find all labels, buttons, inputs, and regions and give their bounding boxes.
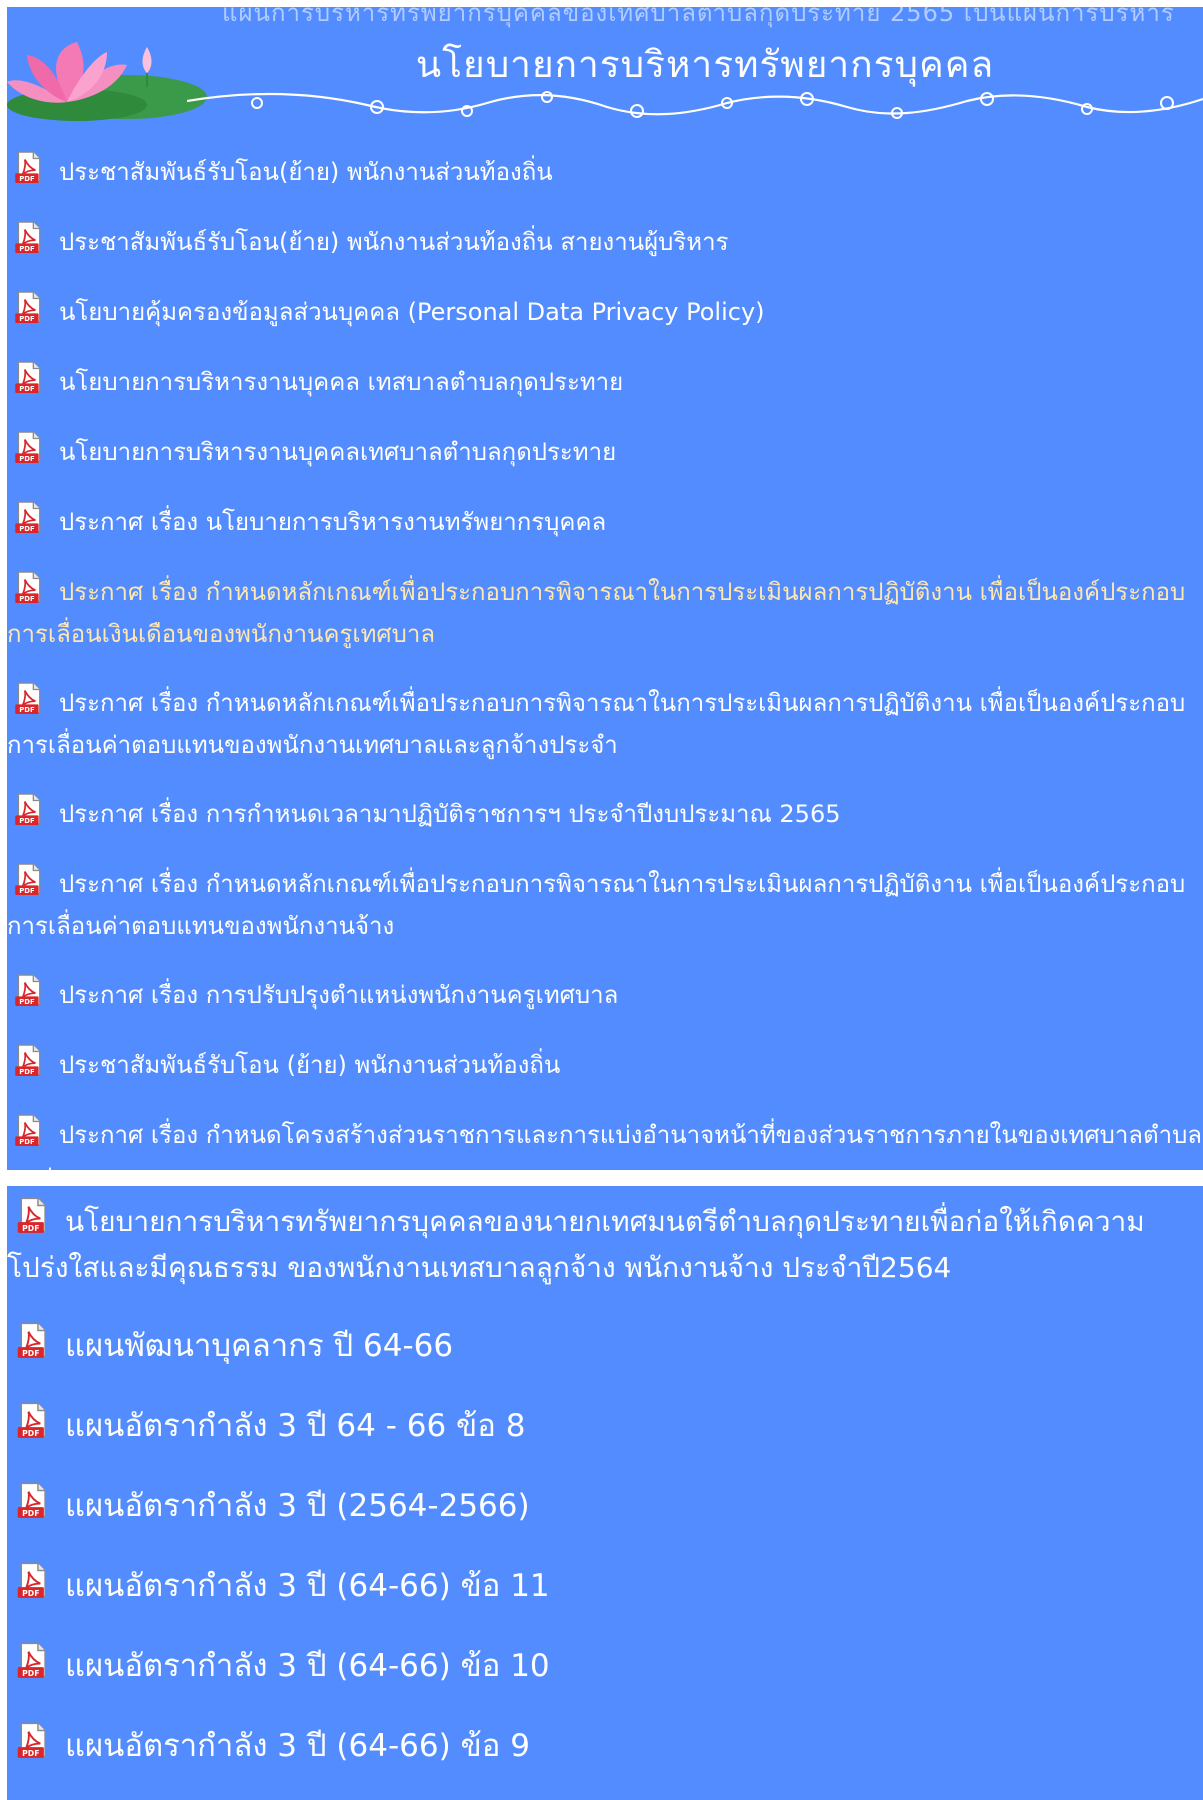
document-link-label: ประกาศ เรื่อง การกำหนดเวลามาปฏิบัติราชกา… (59, 800, 841, 828)
document-link-label: ประชาสัมพันธ์รับโอน (ย้าย) พนักงานส่วนท้… (59, 1051, 561, 1079)
pdf-icon (11, 290, 45, 324)
document-link[interactable]: ประกาศ เรื่อง การกำหนดเวลามาปฏิบัติราชกา… (7, 792, 1203, 835)
document-link-label: นโยบายการบริหารงานบุคคลเทศบาลตำบลกุดประท… (59, 438, 617, 466)
document-link-label: แผนอัตรากำลัง 3 ปี (2564-2566) (65, 1488, 530, 1524)
document-link[interactable]: ประกาศ เรื่อง กำหนดหลักเกณฑ์เพื่อประกอบก… (7, 570, 1203, 655)
pdf-icon (11, 360, 45, 394)
document-link-label: ประกาศ เรื่อง การปรับปรุงตำแหน่งพนักงานค… (59, 981, 619, 1009)
top-panel: แผนการบริหารทรัพยากรบุคคลของเทศบาลตำบลกุ… (7, 7, 1203, 1170)
pdf-icon (11, 220, 45, 254)
pdf-icon (11, 681, 45, 715)
pdf-icon (11, 430, 45, 464)
document-link-label: ประกาศ เรื่อง กำหนดหลักเกณฑ์เพื่อประกอบก… (7, 578, 1186, 648)
pdf-icon (13, 1401, 51, 1439)
document-link[interactable]: ประกาศ เรื่อง นโยบายการบริหารงานทรัพยากร… (7, 500, 1203, 543)
document-link[interactable]: แผนพัฒนาบุคลากร ปี 64-66 (7, 1321, 1203, 1369)
pdf-icon (11, 500, 45, 534)
document-list: นโยบายการบริหารทรัพยากรบุคคลของนายกเทศมน… (7, 1196, 1203, 1769)
pdf-icon (11, 1113, 45, 1147)
document-link[interactable]: ประกาศ เรื่อง การปรับปรุงตำแหน่งพนักงานค… (7, 973, 1203, 1016)
document-link-label: นโยบายคุ้มครองข้อมูลส่วนบุคคล (Personal … (59, 298, 765, 326)
pdf-icon (13, 1641, 51, 1679)
pdf-icon (11, 1043, 45, 1077)
document-link[interactable]: แผนอัตรากำลัง 3 ปี (2564-2566) (7, 1481, 1203, 1529)
document-link-label: ประชาสัมพันธ์รับโอน(ย้าย) พนักงานส่วนท้อ… (59, 158, 553, 186)
document-link-label: แผนพัฒนาบุคลากร ปี 64-66 (65, 1328, 454, 1364)
document-link[interactable]: แผนอัตรากำลัง 3 ปี 64 - 66 ข้อ 8 (7, 1401, 1203, 1449)
document-link-label: ประชาสัมพันธ์รับโอน(ย้าย) พนักงานส่วนท้อ… (59, 228, 729, 256)
document-link[interactable]: แผนอัตรากำลัง 3 ปี (64-66) ข้อ 10 (7, 1641, 1203, 1689)
pdf-icon (13, 1721, 51, 1759)
pdf-icon (11, 862, 45, 896)
document-link-label: ประกาศ เรื่อง กำหนดโครงสร้างส่วนราชการแล… (7, 1121, 1203, 1170)
page-title: นโยบายการบริหารทรัพยากรบุคคล (415, 43, 995, 86)
document-link-label: ประกาศ เรื่อง นโยบายการบริหารงานทรัพยากร… (59, 508, 607, 536)
pdf-icon (13, 1481, 51, 1519)
document-link-label: ประกาศ เรื่อง กำหนดหลักเกณฑ์เพื่อประกอบก… (7, 870, 1186, 940)
pdf-icon (11, 792, 45, 826)
document-link[interactable]: ประชาสัมพันธ์รับโอน(ย้าย) พนักงานส่วนท้อ… (7, 220, 1203, 263)
pdf-icon (13, 1561, 51, 1599)
document-link[interactable]: นโยบายคุ้มครองข้อมูลส่วนบุคคล (Personal … (7, 290, 1203, 333)
document-link[interactable]: นโยบายการบริหารงานบุคคลเทศบาลตำบลกุดประท… (7, 430, 1203, 473)
document-link[interactable]: นโยบายการบริหารทรัพยากรบุคคลของนายกเทศมน… (7, 1196, 1203, 1291)
document-link[interactable]: ประชาสัมพันธ์รับโอน(ย้าย) พนักงานส่วนท้อ… (7, 150, 1203, 193)
clipped-heading-text: แผนการบริหารทรัพยากรบุคคลของเทศบาลตำบลกุ… (222, 7, 1175, 27)
pdf-icon (11, 973, 45, 1007)
document-link-label: นโยบายการบริหารทรัพยากรบุคคลของนายกเทศมน… (7, 1205, 1145, 1284)
document-link[interactable]: แผนอัตรากำลัง 3 ปี (64-66) ข้อ 11 (7, 1561, 1203, 1609)
document-link-label: แผนอัตรากำลัง 3 ปี 64 - 66 ข้อ 8 (65, 1408, 526, 1444)
document-link[interactable]: แผนอัตรากำลัง 3 ปี (64-66) ข้อ 9 (7, 1721, 1203, 1769)
section-header: แผนการบริหารทรัพยากรบุคคลของเทศบาลตำบลกุ… (7, 7, 1203, 125)
document-link[interactable]: นโยบายการบริหารงานบุคคล เทสบาลตำบลกุดประ… (7, 360, 1203, 403)
pdf-icon (11, 150, 45, 184)
document-link-label: แผนอัตรากำลัง 3 ปี (64-66) ข้อ 9 (65, 1728, 530, 1764)
bottom-panel: นโยบายการบริหารทรัพยากรบุคคลของนายกเทศมน… (7, 1186, 1203, 1800)
pdf-icon (13, 1196, 51, 1234)
document-link-label: แผนอัตรากำลัง 3 ปี (64-66) ข้อ 10 (65, 1648, 550, 1684)
document-list: ประชาสัมพันธ์รับโอน(ย้าย) พนักงานส่วนท้อ… (7, 150, 1203, 1170)
swirl-divider (187, 91, 1203, 119)
pdf-icon (11, 570, 45, 604)
pdf-icon (13, 1321, 51, 1359)
document-link-label: แผนอัตรากำลัง 3 ปี (64-66) ข้อ 11 (65, 1568, 550, 1604)
document-link[interactable]: ประกาศ เรื่อง กำหนดหลักเกณฑ์เพื่อประกอบก… (7, 681, 1203, 766)
document-link-label: ประกาศ เรื่อง กำหนดหลักเกณฑ์เพื่อประกอบก… (7, 689, 1186, 759)
document-link[interactable]: ประกาศ เรื่อง กำหนดโครงสร้างส่วนราชการแล… (7, 1113, 1203, 1170)
document-link[interactable]: ประกาศ เรื่อง กำหนดหลักเกณฑ์เพื่อประกอบก… (7, 862, 1203, 947)
document-link[interactable]: ประชาสัมพันธ์รับโอน (ย้าย) พนักงานส่วนท้… (7, 1043, 1203, 1086)
document-link-label: นโยบายการบริหารงานบุคคล เทสบาลตำบลกุดประ… (59, 368, 624, 396)
